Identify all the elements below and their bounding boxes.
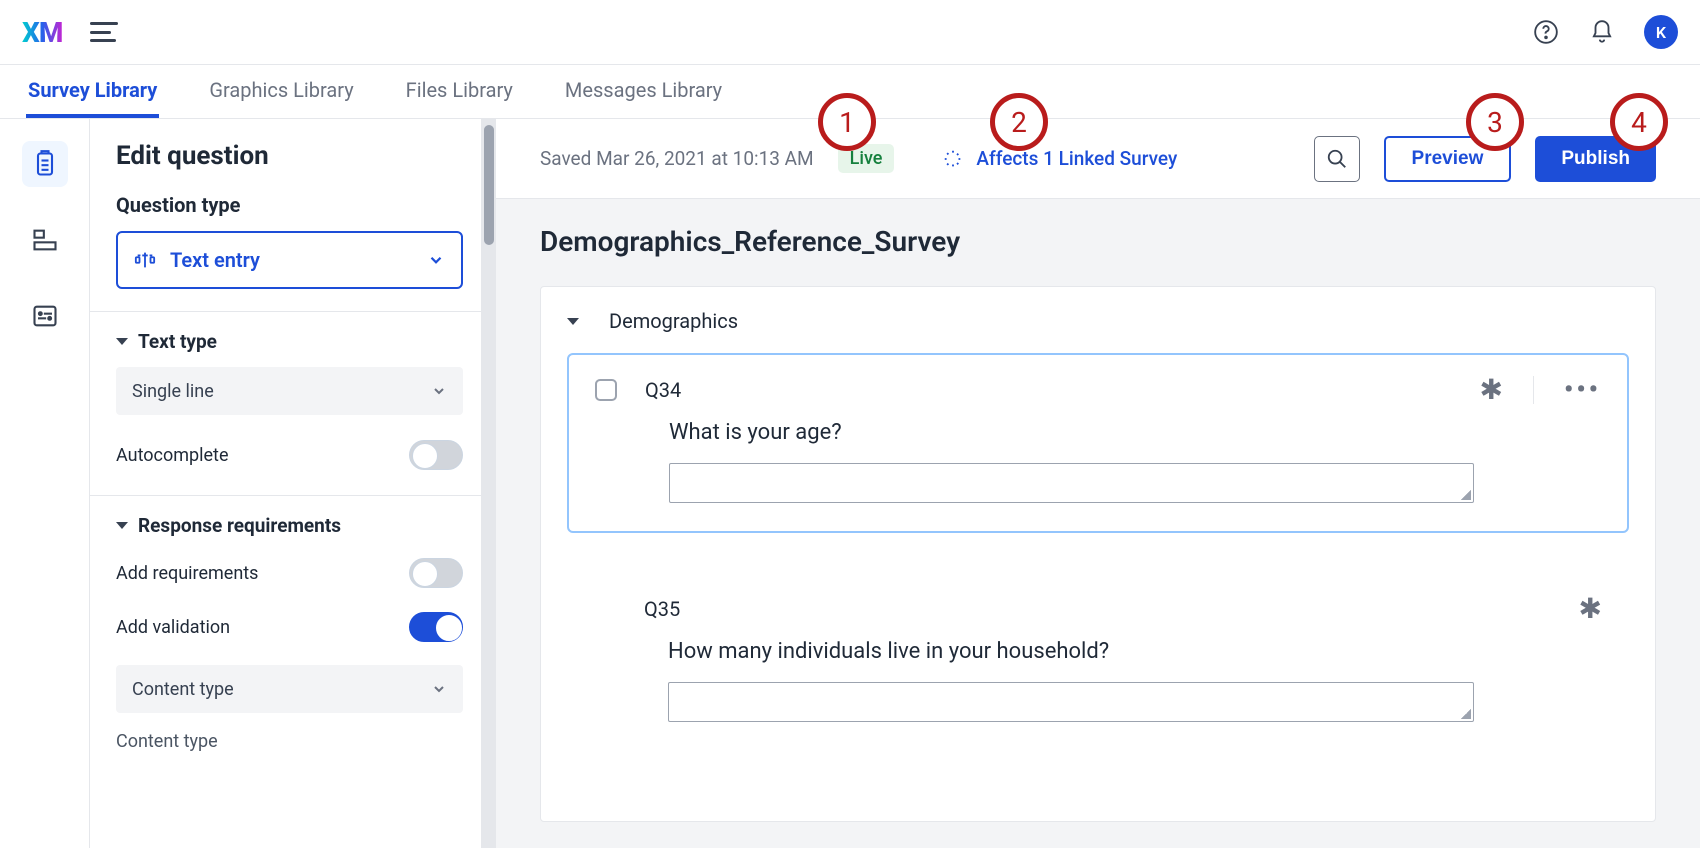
live-badge: Live [838, 144, 895, 173]
tab-graphics-library[interactable]: Graphics Library [207, 66, 355, 118]
add-validation-label: Add validation [116, 617, 230, 638]
tab-messages-library[interactable]: Messages Library [563, 66, 724, 118]
question-type-label: Question type [116, 193, 463, 217]
block-collapse-icon[interactable] [567, 318, 579, 325]
link-icon [942, 148, 964, 170]
text-type-value: Single line [132, 381, 214, 402]
question-text[interactable]: How many individuals live in your househ… [668, 639, 1602, 664]
text-entry-icon [134, 249, 156, 271]
add-requirements-toggle[interactable] [409, 558, 463, 588]
preview-button[interactable]: Preview [1384, 136, 1512, 182]
tab-files-library[interactable]: Files Library [404, 66, 515, 118]
publish-button[interactable]: Publish [1535, 136, 1656, 182]
logo: XM [22, 16, 62, 49]
library-tabs: Survey Library Graphics Library Files Li… [0, 65, 1700, 119]
content-type-select[interactable]: Content type [116, 665, 463, 713]
text-type-select[interactable]: Single line [116, 367, 463, 415]
scrollbar-thumb[interactable] [484, 125, 494, 245]
caret-down-icon [116, 338, 128, 345]
rail-builder-icon[interactable] [22, 141, 68, 187]
required-star-icon[interactable]: ✱ [1480, 373, 1503, 406]
bell-icon[interactable] [1588, 18, 1616, 46]
question-type-value: Text entry [170, 248, 260, 272]
panel-title: Edit question [116, 141, 463, 171]
question-text[interactable]: What is your age? [669, 420, 1601, 445]
search-button[interactable] [1314, 136, 1360, 182]
question-type-select[interactable]: Text entry [116, 231, 463, 289]
add-validation-toggle[interactable] [409, 612, 463, 642]
block-name: Demographics [609, 309, 738, 333]
rail-settings-icon[interactable] [22, 293, 68, 339]
rail-flow-icon[interactable] [22, 217, 68, 263]
autocomplete-label: Autocomplete [116, 445, 228, 466]
question-card[interactable]: Q35 ✱ How many individuals live in your … [567, 573, 1629, 751]
add-requirements-label: Add requirements [116, 563, 258, 584]
help-icon[interactable] [1532, 18, 1560, 46]
content-type-value: Content type [132, 679, 234, 700]
linked-survey-text: Affects 1 Linked Survey [976, 147, 1177, 170]
more-options-icon[interactable]: ••• [1564, 375, 1601, 405]
tab-survey-library[interactable]: Survey Library [26, 66, 159, 118]
topbar: XM K [0, 0, 1700, 65]
saved-timestamp: Saved Mar 26, 2021 at 10:13 AM [540, 147, 814, 170]
response-requirements-section[interactable]: Response requirements [116, 514, 463, 537]
linked-survey-link[interactable]: Affects 1 Linked Survey [942, 147, 1177, 170]
canvas-toolbar: Saved Mar 26, 2021 at 10:13 AM Live Affe… [496, 119, 1700, 199]
edit-question-panel: Edit question Question type Text entry T… [90, 119, 482, 848]
chevron-down-icon [427, 251, 445, 269]
question-checkbox[interactable] [595, 379, 617, 401]
scrollbar[interactable] [482, 119, 496, 848]
question-id: Q34 [645, 378, 681, 402]
text-type-section[interactable]: Text type [116, 330, 463, 353]
required-star-icon[interactable]: ✱ [1579, 592, 1602, 625]
survey-title: Demographics_Reference_Survey [540, 225, 1656, 258]
avatar[interactable]: K [1644, 15, 1678, 49]
left-rail [0, 119, 90, 848]
chevron-down-icon [431, 681, 447, 697]
menu-icon[interactable] [90, 22, 118, 42]
content-type-label: Content type [116, 731, 463, 752]
question-card[interactable]: Q34 ✱ ••• What is your age? [567, 353, 1629, 533]
search-icon [1326, 148, 1348, 170]
separator [1533, 376, 1534, 404]
answer-input[interactable] [668, 682, 1474, 722]
question-id: Q35 [644, 597, 680, 621]
autocomplete-toggle[interactable] [409, 440, 463, 470]
response-requirements-label: Response requirements [138, 514, 341, 537]
caret-down-icon [116, 522, 128, 529]
text-type-label: Text type [138, 330, 217, 353]
chevron-down-icon [431, 383, 447, 399]
survey-block: Demographics Q34 ✱ ••• [540, 286, 1656, 822]
answer-input[interactable] [669, 463, 1474, 503]
